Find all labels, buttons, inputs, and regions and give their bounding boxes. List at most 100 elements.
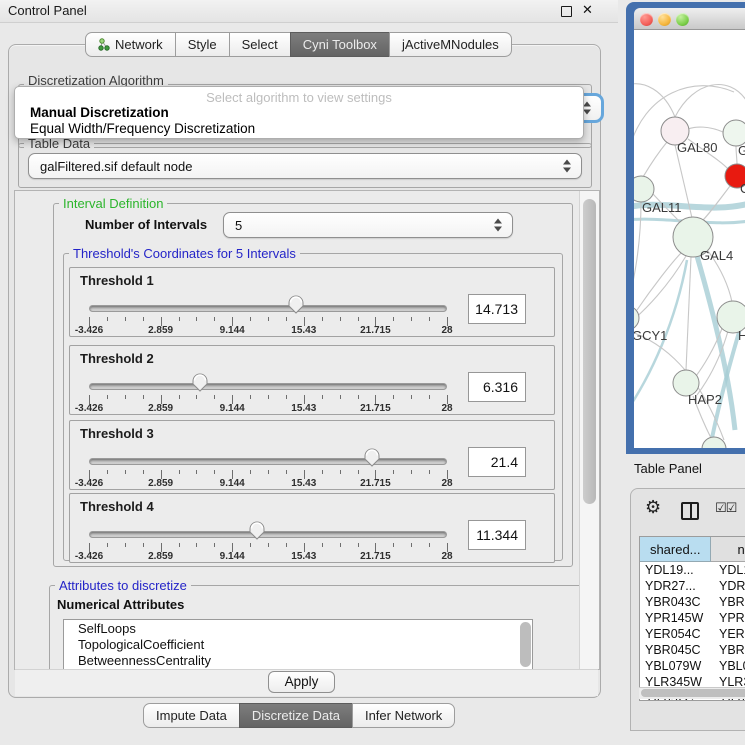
slider-tick-labels: -3.4262.8599.14415.4321.71528 [89,478,447,489]
cell-name[interactable]: YBR0 [714,642,745,658]
close-icon[interactable]: ✕ [582,2,593,18]
network-canvas[interactable]: GAL80GCGAL11GAL4GCY1HHAP2 [634,30,745,448]
node-label: GAL11 [642,200,682,215]
numerical-attributes-list[interactable]: SelfLoopsTopologicalCoefficientBetweenne… [63,619,533,670]
cell-shared-name[interactable]: YDL19... [640,562,714,578]
threshold-box: Threshold 4-3.4262.8599.14415.4321.71528… [69,493,555,563]
cell-name[interactable]: YER0 [714,626,745,642]
slider-tick-labels: -3.4262.8599.14415.4321.71528 [89,325,447,336]
slider-track[interactable] [89,383,447,390]
tab-impute-data[interactable]: Impute Data [143,703,240,728]
attribute-list-item[interactable]: SelfLoops [64,620,532,636]
table-panel-title: Table Panel [634,461,702,476]
slider-track[interactable] [89,458,447,465]
slider-tick-labels: -3.4262.8599.14415.4321.71528 [89,551,447,562]
table-row[interactable]: YBR045CYBR0 [640,642,745,658]
tab-discretize-data[interactable]: Discretize Data [239,703,353,728]
tab-label: Network [115,37,163,52]
network-view-window: GAL80GCGAL11GAL4GCY1HHAP2 [626,2,745,454]
network-node-gal11[interactable] [634,176,654,202]
list-scrollbar-thumb[interactable] [520,622,531,667]
screen: Control Panel ✕ Network StyleSelect Cyni T… [0,0,745,745]
numerical-attributes-label: Numerical Attributes [57,597,184,612]
table-row[interactable]: YDR27...YDR2 [640,578,745,594]
tab-cyni-toolbox[interactable]: Cyni Toolbox [290,32,390,57]
combo-arrows-icon [494,219,503,232]
maximize-traffic-light[interactable] [676,13,689,26]
threshold-box: Threshold 2-3.4262.8599.14415.4321.71528… [69,345,555,415]
checkboxes-icon[interactable]: ☑☑ [715,500,736,516]
slider-thumb[interactable] [248,520,266,540]
panel-scrollbar-track[interactable] [579,191,599,669]
slider-thumb[interactable] [191,372,209,392]
node-table: shared... na YDL19...YDL1YDR27...YDR2YBR… [639,536,745,701]
slider-thumb[interactable] [287,294,305,314]
node-label: H [738,328,745,343]
threshold-value-field[interactable]: 6.316 [468,372,526,402]
table-hscrollbar-track[interactable] [639,687,745,699]
minimize-traffic-light[interactable] [658,13,671,26]
gear-icon[interactable]: ⚙ [645,497,661,518]
cell-shared-name[interactable]: YBL079W [640,658,714,674]
cell-name[interactable]: YBR0 [714,594,745,610]
tab-style[interactable]: Style [175,32,230,57]
threshold-box: Threshold 3 -3.4262.8599.14415.4321.71528… [69,420,555,490]
tab-jactivemnodules[interactable]: jActiveMNodules [389,32,512,57]
panel-title: Control Panel [8,3,87,18]
cell-shared-name[interactable]: YBR043C [640,594,714,610]
float-window-icon[interactable] [561,6,572,17]
table-row[interactable]: YBL079WYBL0 [640,658,745,674]
dropdown-option[interactable]: Equal Width/Frequency Discretization [18,121,580,137]
number-of-intervals-combobox[interactable]: 5 [223,212,513,238]
number-of-intervals-label: Number of Intervals [85,217,207,232]
thresholds-group-title: Threshold's Coordinates for 5 Intervals [69,246,300,261]
attribute-list-item[interactable]: BetweennessCentrality [64,652,532,668]
apply-button[interactable]: Apply [268,671,335,693]
table-body: YDL19...YDL1YDR27...YDR2YBR043CYBR0YPR14… [640,562,745,701]
cell-shared-name[interactable]: YDR27... [640,578,714,594]
slider-thumb[interactable] [363,447,381,467]
network-node[interactable] [702,437,726,448]
table-row[interactable]: YER054CYER0 [640,626,745,642]
cell-name[interactable]: YPR1 [714,610,745,626]
combo-arrows-icon [583,102,592,115]
close-traffic-light[interactable] [640,13,653,26]
network-graph[interactable]: GAL80GCGAL11GAL4GCY1HHAP2 [634,30,745,448]
cell-shared-name[interactable]: YBR045C [640,642,714,658]
table-row[interactable]: YPR145WYPR1 [640,610,745,626]
tab-infer-network[interactable]: Infer Network [352,703,455,728]
cell-name[interactable]: YDR2 [714,578,745,594]
split-column-icon[interactable] [681,502,699,520]
column-header-shared-name[interactable]: shared... [640,537,711,562]
attributes-group-title: Attributes to discretize [55,578,191,593]
attribute-list-item[interactable]: TopologicalCoefficient [64,636,532,652]
tab-label: Cyni Toolbox [303,37,377,52]
number-of-intervals-value: 5 [235,218,242,233]
table-row[interactable]: YBR043CYBR0 [640,594,745,610]
settings-scroll-panel: Interval Definition Number of Intervals … [14,190,600,670]
tab-network[interactable]: Network [85,32,176,57]
table-header-row: shared... na [640,537,745,562]
threshold-value-field[interactable]: 14.713 [468,294,526,324]
threshold-label: Threshold 2 [80,351,154,366]
dropdown-option[interactable]: Manual Discretization [18,105,580,121]
slider-track[interactable] [89,531,447,538]
cell-name[interactable]: YBL0 [714,658,745,674]
threshold-label: Threshold 3 [80,426,154,441]
cell-name[interactable]: YDL1 [714,562,745,578]
cell-shared-name[interactable]: YPR145W [640,610,714,626]
threshold-value-field[interactable]: 21.4 [468,447,526,477]
threshold-box: Threshold 1-3.4262.8599.14415.4321.71528… [69,267,555,337]
top-tab-bar: Network StyleSelect Cyni Toolbox jActiveMNo… [85,32,512,57]
cell-shared-name[interactable]: YER054C [640,626,714,642]
table-hscrollbar-thumb[interactable] [641,689,745,697]
table-row[interactable]: YDL19...YDL1 [640,562,745,578]
table-data-combobox[interactable]: galFiltered.sif default node [28,153,582,179]
tab-label: Impute Data [156,708,227,723]
threshold-value-field[interactable]: 11.344 [468,520,526,550]
tab-select[interactable]: Select [229,32,291,57]
network-node-gcy1[interactable] [634,306,639,330]
column-header-name[interactable]: na [711,537,745,562]
panel-scrollbar-thumb[interactable] [583,199,596,504]
slider-track[interactable] [89,305,447,312]
